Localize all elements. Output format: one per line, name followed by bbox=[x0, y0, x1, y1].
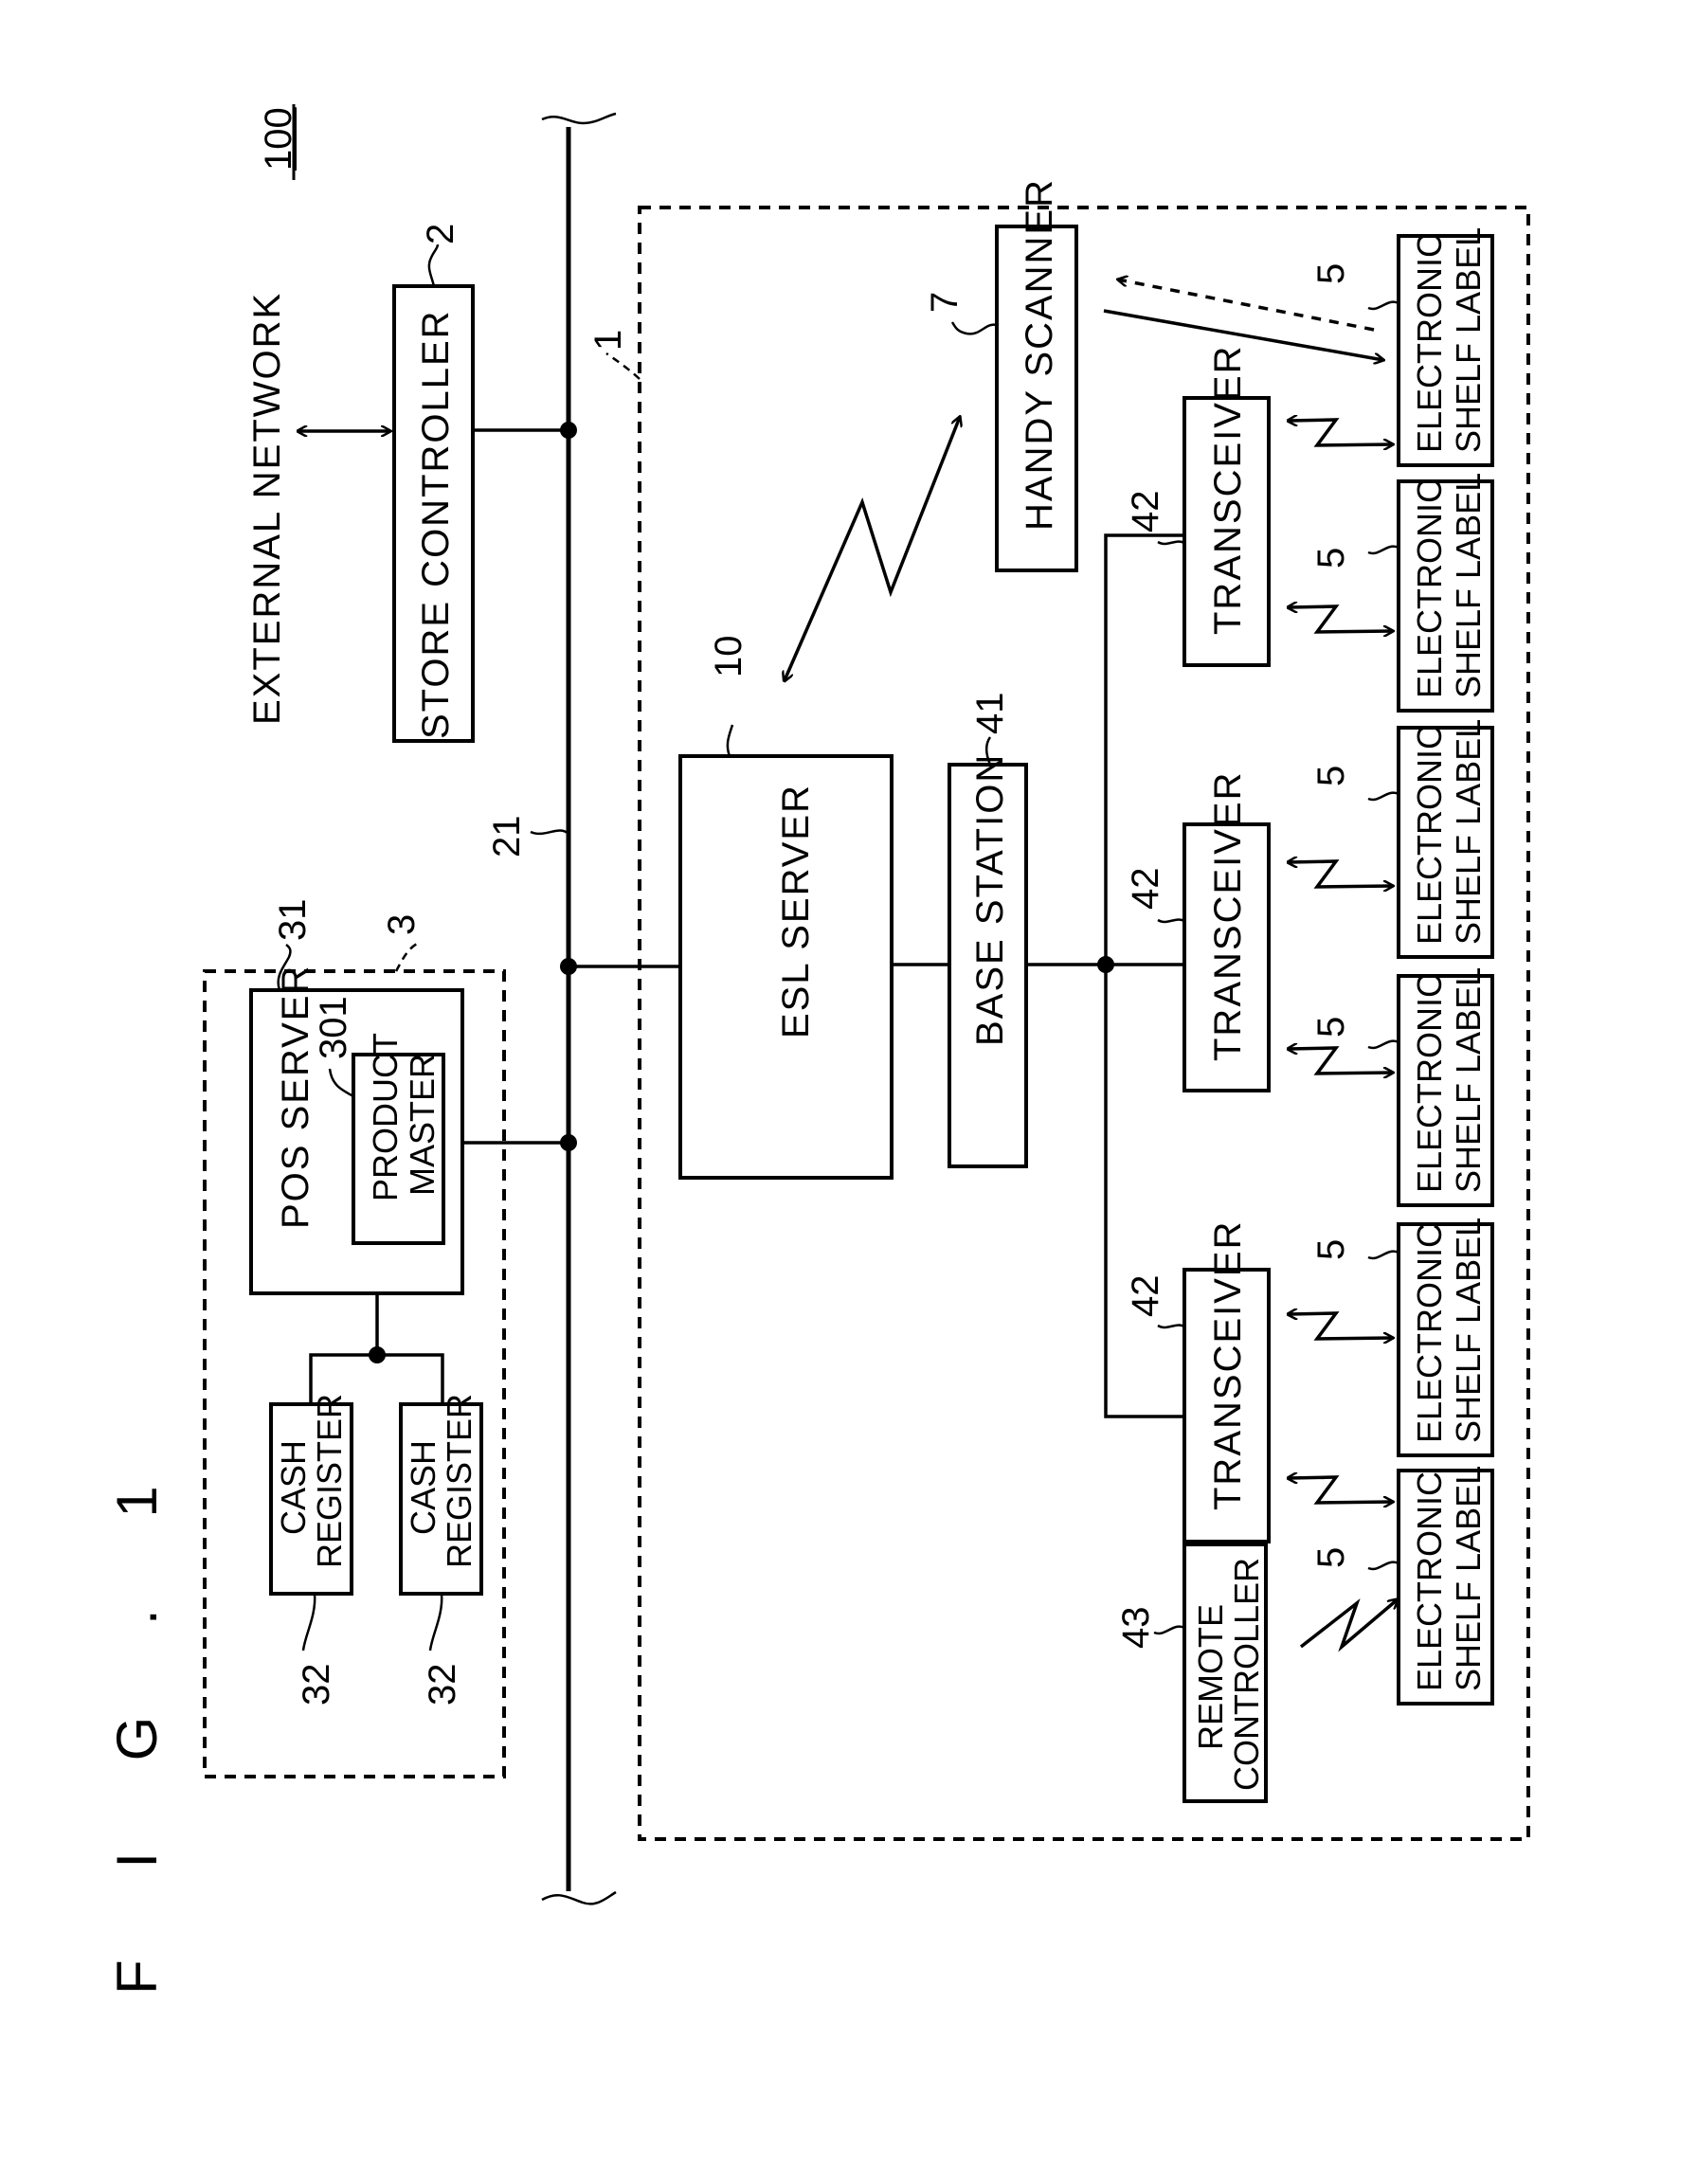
esl-server-leader bbox=[726, 724, 734, 757]
wireless-link-label bbox=[1289, 1313, 1393, 1339]
junction-dot bbox=[560, 422, 577, 439]
cash-register-line2: REGISTER bbox=[440, 1394, 478, 1568]
remote-controller-line2: CONTROLLER bbox=[1227, 1558, 1266, 1791]
electronic-shelf-label: ELECTRONIC SHELF LABEL 5 bbox=[1310, 227, 1494, 467]
shelf-label-ref: 5 bbox=[1310, 263, 1352, 284]
wireless-link-label bbox=[1289, 420, 1393, 445]
cash-register-ref: 32 bbox=[296, 1664, 337, 1706]
store-controller-ref: 2 bbox=[420, 224, 461, 244]
esl-server-label: ESL SERVER bbox=[775, 784, 817, 1038]
transceiver-ref: 42 bbox=[1125, 491, 1166, 533]
transceiver: TRANSCEIVER 42 bbox=[1125, 1220, 1271, 1543]
store-controller-label: STORE CONTROLLER bbox=[415, 309, 457, 739]
shelf-label-line1: ELECTRONIC bbox=[1410, 478, 1449, 698]
wireless-link-label bbox=[1289, 606, 1393, 632]
handy-scanner-label: HANDY SCANNER bbox=[1019, 178, 1060, 531]
wireless-link-remote bbox=[1299, 1599, 1398, 1652]
electronic-shelf-label: ELECTRONIC SHELF LABEL 5 bbox=[1310, 967, 1494, 1207]
shelf-label-ref: 5 bbox=[1310, 1017, 1352, 1038]
esl-system-ref: 1 bbox=[587, 330, 629, 351]
wireless-link-label bbox=[1289, 861, 1393, 887]
cash-register-leader bbox=[428, 1593, 443, 1652]
junction-dot bbox=[560, 958, 577, 975]
product-master-line2: MASTER bbox=[403, 1054, 442, 1196]
transceiver-label: TRANSCEIVER bbox=[1207, 771, 1249, 1062]
remote-controller-ref: 43 bbox=[1115, 1607, 1157, 1650]
cash-register-ref: 32 bbox=[422, 1664, 463, 1706]
external-network-label: EXTERNAL NETWORK bbox=[246, 292, 288, 725]
pos-server-label: POS SERVER bbox=[275, 965, 316, 1229]
bus-break-top bbox=[541, 112, 617, 125]
shelf-label-line1: ELECTRONIC bbox=[1410, 725, 1449, 945]
remote-controller-leader bbox=[1153, 1625, 1185, 1635]
transceiver-ref: 42 bbox=[1125, 1275, 1166, 1318]
cash-register-line2: REGISTER bbox=[310, 1394, 349, 1568]
figure-title: F I G . 1 bbox=[105, 1448, 169, 1994]
cash-register-leader bbox=[301, 1593, 316, 1652]
shelf-label-ref: 5 bbox=[1310, 766, 1352, 786]
remote-controller-line1: REMOTE bbox=[1191, 1604, 1230, 1750]
shelf-label-line2: SHELF LABEL bbox=[1449, 1466, 1488, 1691]
wireless-link-label bbox=[1289, 1048, 1393, 1074]
electronic-shelf-label: ELECTRONIC SHELF LABEL 5 bbox=[1310, 719, 1494, 959]
transceiver-ref: 42 bbox=[1125, 868, 1166, 911]
base-station-ref: 41 bbox=[969, 693, 1011, 735]
base-station-label: BASE STATION bbox=[969, 753, 1011, 1046]
product-master-line1: PRODUCT bbox=[366, 1033, 405, 1201]
shelf-label-line2: SHELF LABEL bbox=[1449, 473, 1488, 698]
handy-scanner-leader bbox=[950, 321, 998, 335]
cash-register-line1: CASH bbox=[404, 1440, 442, 1535]
shelf-label-line1: ELECTRONIC bbox=[1410, 1223, 1449, 1443]
shelf-label-ref: 5 bbox=[1310, 1547, 1352, 1568]
shelf-label-line1: ELECTRONIC bbox=[1410, 1471, 1449, 1691]
shelf-label-line2: SHELF LABEL bbox=[1449, 227, 1488, 453]
electronic-shelf-label: ELECTRONIC SHELF LABEL 5 bbox=[1310, 1218, 1494, 1457]
pos-system-ref: 3 bbox=[381, 914, 423, 935]
shelf-label-line2: SHELF LABEL bbox=[1449, 1218, 1488, 1443]
store-controller-leader bbox=[427, 244, 440, 287]
handy-scanner-ref: 7 bbox=[924, 292, 966, 313]
electronic-shelf-label: ELECTRONIC SHELF LABEL 5 bbox=[1310, 473, 1494, 713]
esl-server-ref: 10 bbox=[708, 636, 749, 678]
bus-ref-leader bbox=[530, 829, 569, 836]
bus-break-bottom bbox=[541, 1890, 617, 1905]
product-master-ref: 301 bbox=[313, 996, 354, 1059]
bus-ref: 21 bbox=[486, 816, 528, 858]
shelf-label-line1: ELECTRONIC bbox=[1410, 973, 1449, 1193]
block-diagram: F I G . 1 100 21 EXTERNAL NETWORK STORE … bbox=[105, 104, 1530, 1994]
shelf-label-line2: SHELF LABEL bbox=[1449, 719, 1488, 945]
transceiver-label: TRANSCEIVER bbox=[1207, 1220, 1249, 1511]
transceiver-label: TRANSCEIVER bbox=[1207, 345, 1249, 636]
junction-dot bbox=[560, 1134, 577, 1151]
shelf-label-ref: 5 bbox=[1310, 1239, 1352, 1260]
shelf-label-ref: 5 bbox=[1310, 548, 1352, 569]
label-to-scanner-response bbox=[1118, 280, 1375, 332]
shelf-label-line2: SHELF LABEL bbox=[1449, 967, 1488, 1193]
wireless-link-scanner bbox=[785, 417, 960, 680]
wireless-link-label bbox=[1289, 1477, 1393, 1503]
transceiver: TRANSCEIVER 42 bbox=[1125, 345, 1271, 667]
pos-server-ref: 31 bbox=[272, 899, 314, 942]
esl-system-leader bbox=[605, 352, 641, 380]
cash-register-line1: CASH bbox=[274, 1440, 313, 1535]
transceiver: TRANSCEIVER 42 bbox=[1125, 771, 1271, 1092]
pos-system-leader bbox=[394, 942, 418, 972]
shelf-label-line1: ELECTRONIC bbox=[1410, 233, 1449, 453]
